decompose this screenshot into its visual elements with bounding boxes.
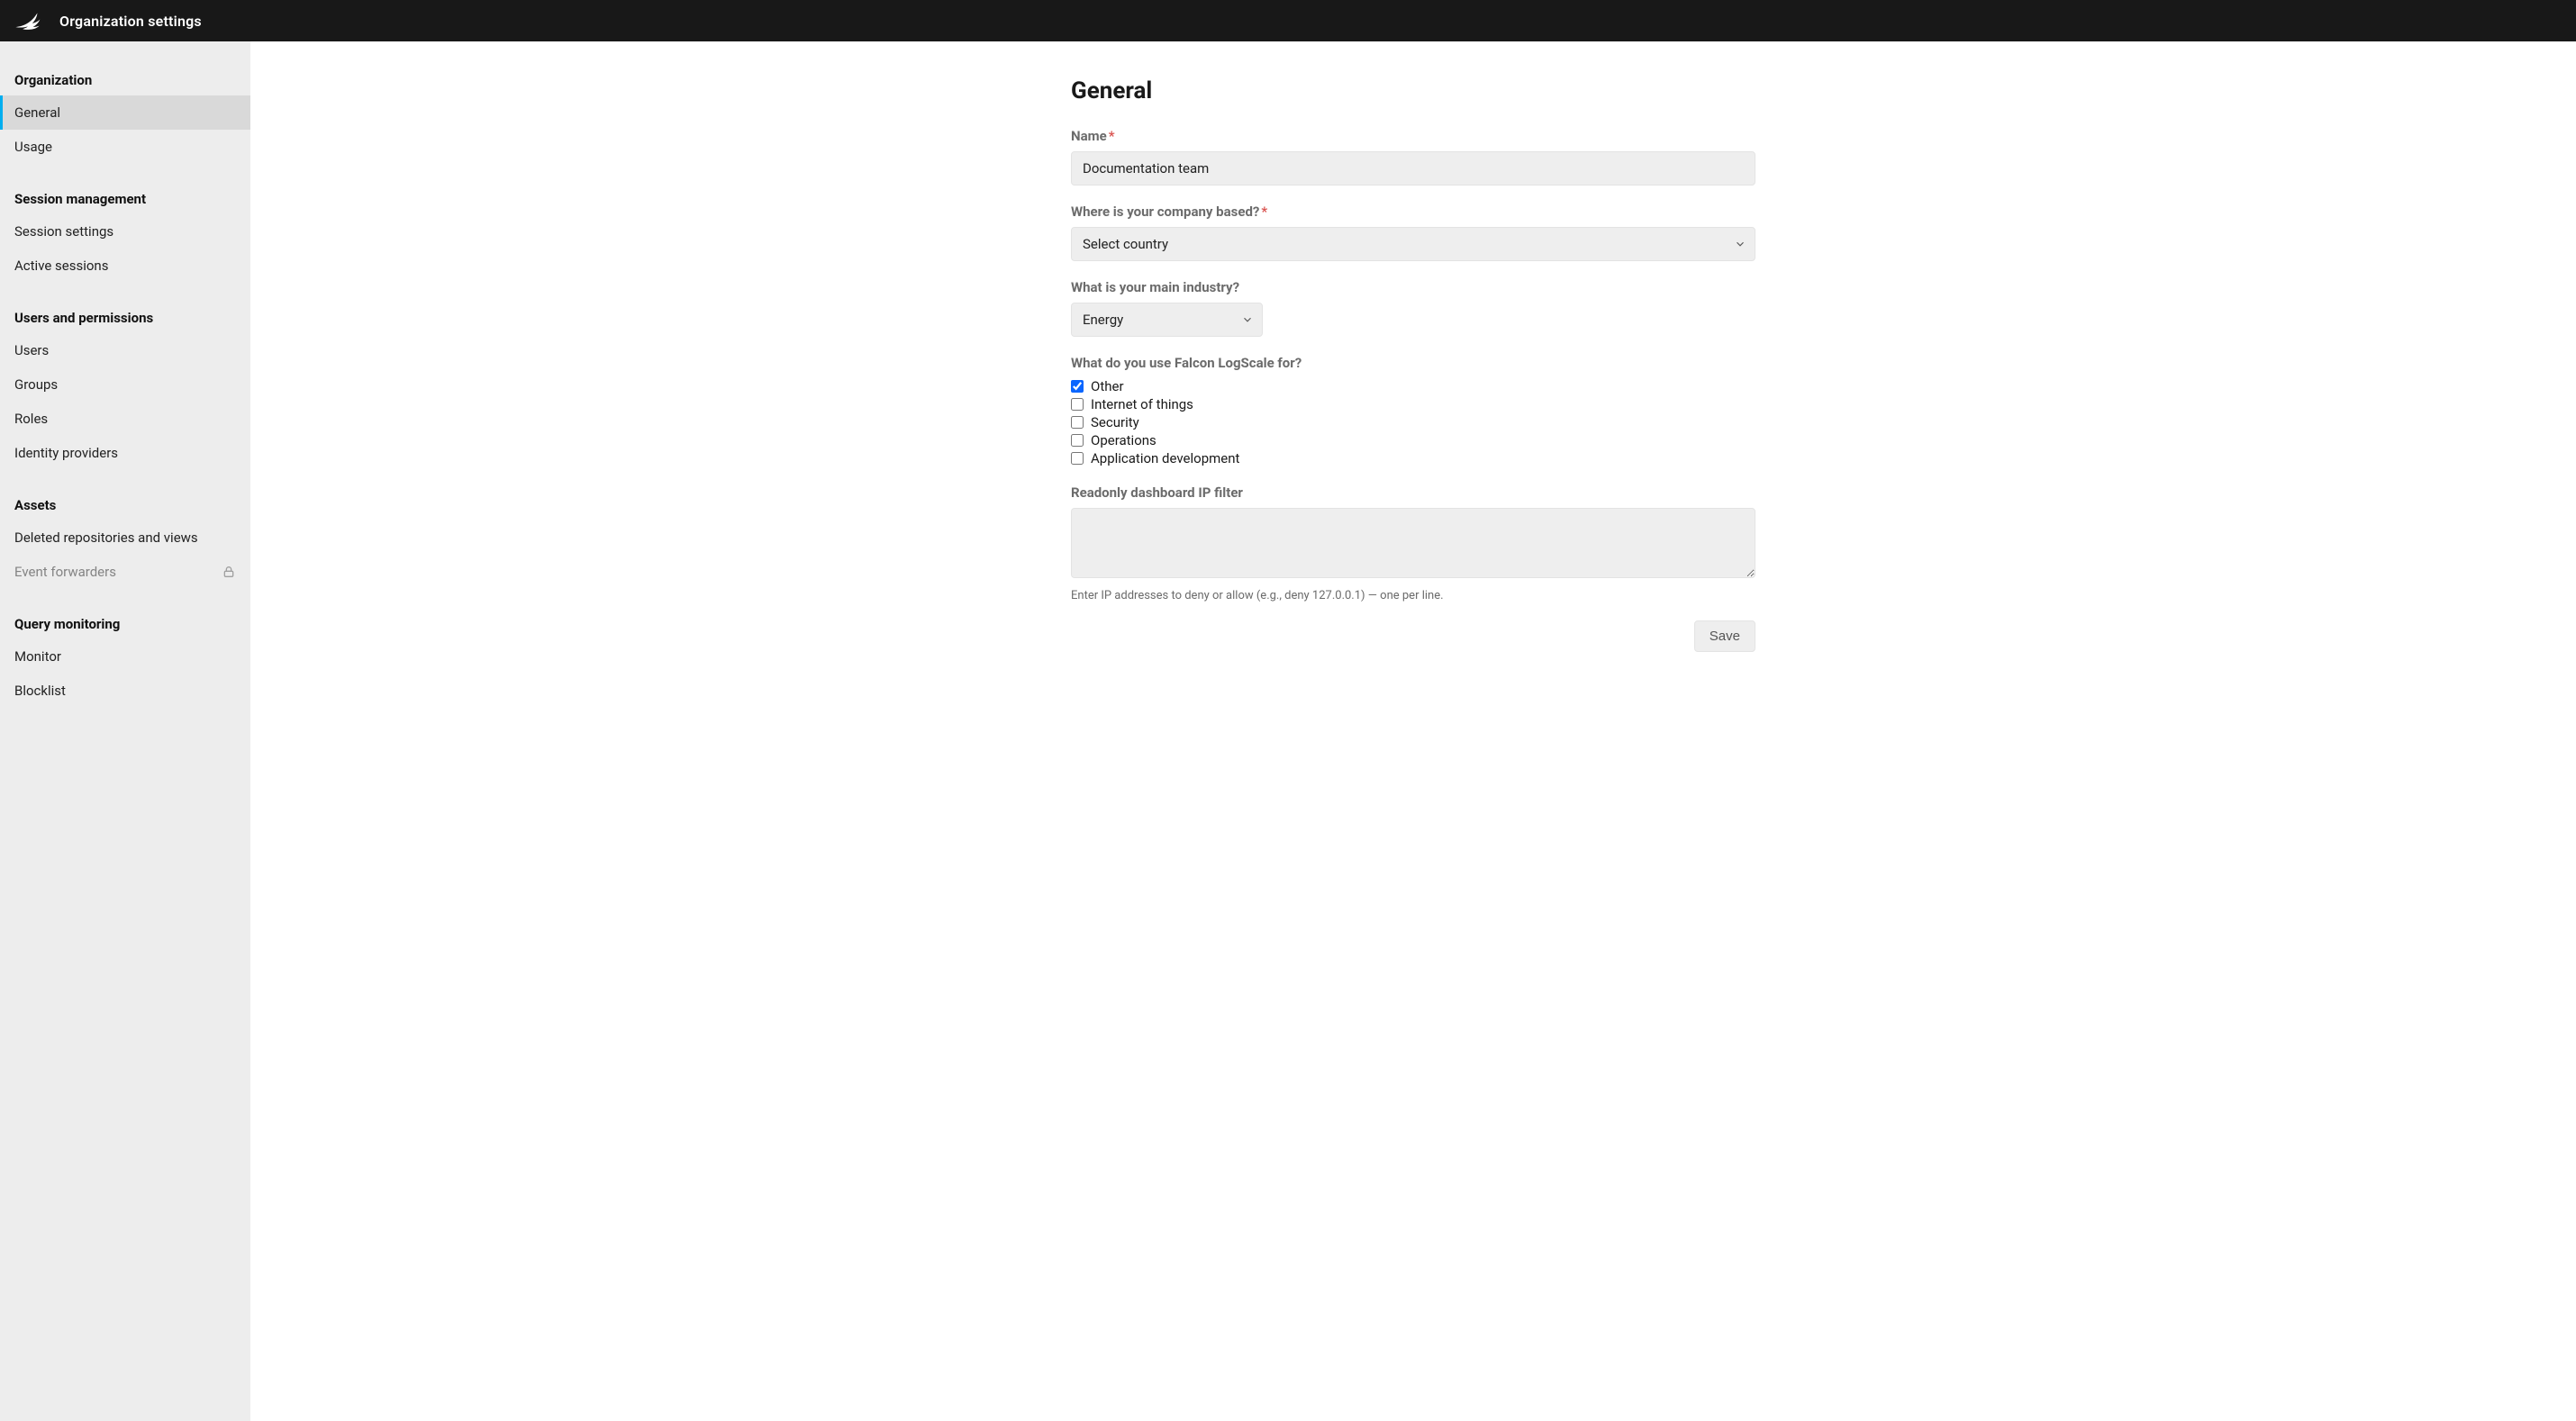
sidebar-item-label: Active sessions [14,258,108,274]
name-label: Name* [1071,128,1755,144]
crowdstrike-logo-icon [14,10,45,32]
usecase-label-text: Security [1091,414,1139,430]
industry-select-wrap: Energy [1071,303,1263,337]
sidebar-item-label: General [14,104,60,121]
sidebar-heading: Assets [0,490,250,520]
sidebar-item-label: Usage [14,139,52,155]
country-label: Where is your company based?* [1071,204,1755,220]
ipfilter-textarea[interactable] [1071,508,1755,578]
required-indicator: * [1109,128,1115,144]
usecase-operations[interactable]: Operations [1071,432,1755,448]
name-label-text: Name [1071,128,1107,144]
content-area: General Name* Where is your company base… [250,41,2576,1421]
name-input[interactable] [1071,151,1755,186]
sidebar-item-deleted-repositories[interactable]: Deleted repositories and views [0,520,250,555]
sidebar-item-label: Groups [14,376,58,393]
required-indicator: * [1261,204,1267,220]
sidebar-item-users[interactable]: Users [0,333,250,367]
usecase-checkbox[interactable] [1071,380,1084,393]
sidebar-section-users-permissions: Users and permissions Users Groups Roles… [0,303,250,470]
sidebar-heading: Session management [0,184,250,214]
sidebar-heading: Users and permissions [0,303,250,333]
save-button[interactable]: Save [1694,620,1755,652]
sidebar-item-label: Session settings [14,223,113,240]
country-select-wrap: Select country [1071,227,1755,261]
lock-icon [222,565,236,579]
usecase-checkbox[interactable] [1071,416,1084,429]
form-group-name: Name* [1071,128,1755,186]
usecase-label-text: Other [1091,378,1124,394]
sidebar-item-session-settings[interactable]: Session settings [0,214,250,249]
country-select[interactable]: Select country [1071,227,1755,261]
sidebar-heading: Query monitoring [0,609,250,639]
usecase-label-text: Operations [1091,432,1156,448]
form-group-industry: What is your main industry? Energy [1071,279,1755,337]
sidebar-item-monitor[interactable]: Monitor [0,639,250,674]
content-inner: General Name* Where is your company base… [1071,77,1755,652]
usecase-checklist: Other Internet of things Security Operat… [1071,378,1755,466]
usecase-iot[interactable]: Internet of things [1071,396,1755,412]
ipfilter-help-text: Enter IP addresses to deny or allow (e.g… [1071,589,1755,602]
form-group-country: Where is your company based?* Select cou… [1071,204,1755,261]
sidebar-item-label: Event forwarders [14,564,116,580]
form-group-usecases: What do you use Falcon LogScale for? Oth… [1071,355,1755,466]
sidebar-section-session-management: Session management Session settings Acti… [0,184,250,283]
usecase-appdev[interactable]: Application development [1071,450,1755,466]
sidebar-item-label: Deleted repositories and views [14,529,198,546]
sidebar-item-identity-providers[interactable]: Identity providers [0,436,250,470]
usecase-other[interactable]: Other [1071,378,1755,394]
usecase-checkbox[interactable] [1071,452,1084,465]
main-layout: Organization General Usage Session manag… [0,41,2576,1421]
form-actions: Save [1071,620,1755,652]
sidebar-item-label: Roles [14,411,48,427]
usecase-label-text: Internet of things [1091,396,1193,412]
sidebar-item-label: Users [14,342,49,358]
sidebar-item-label: Identity providers [14,445,118,461]
usecase-checkbox[interactable] [1071,398,1084,411]
sidebar-item-general[interactable]: General [0,95,250,130]
ipfilter-label: Readonly dashboard IP filter [1071,484,1755,501]
usecase-checkbox[interactable] [1071,434,1084,447]
industry-select[interactable]: Energy [1071,303,1263,337]
page-header-title: Organization settings [59,13,202,30]
sidebar-item-event-forwarders[interactable]: Event forwarders [0,555,250,589]
page-title: General [1071,77,1755,104]
country-label-text: Where is your company based? [1071,204,1259,220]
sidebar-section-organization: Organization General Usage [0,65,250,164]
sidebar-item-blocklist[interactable]: Blocklist [0,674,250,708]
sidebar-item-label: Monitor [14,648,61,665]
sidebar-heading: Organization [0,65,250,95]
sidebar: Organization General Usage Session manag… [0,41,250,1421]
sidebar-item-groups[interactable]: Groups [0,367,250,402]
usecase-label: What do you use Falcon LogScale for? [1071,355,1755,371]
usecase-security[interactable]: Security [1071,414,1755,430]
industry-label: What is your main industry? [1071,279,1755,295]
usecase-label-text: Application development [1091,450,1239,466]
topbar: Organization settings [0,0,2576,41]
sidebar-section-assets: Assets Deleted repositories and views Ev… [0,490,250,589]
sidebar-item-label: Blocklist [14,683,66,699]
form-group-ipfilter: Readonly dashboard IP filter Enter IP ad… [1071,484,1755,602]
sidebar-section-query-monitoring: Query monitoring Monitor Blocklist [0,609,250,708]
sidebar-item-active-sessions[interactable]: Active sessions [0,249,250,283]
sidebar-item-usage[interactable]: Usage [0,130,250,164]
sidebar-item-roles[interactable]: Roles [0,402,250,436]
